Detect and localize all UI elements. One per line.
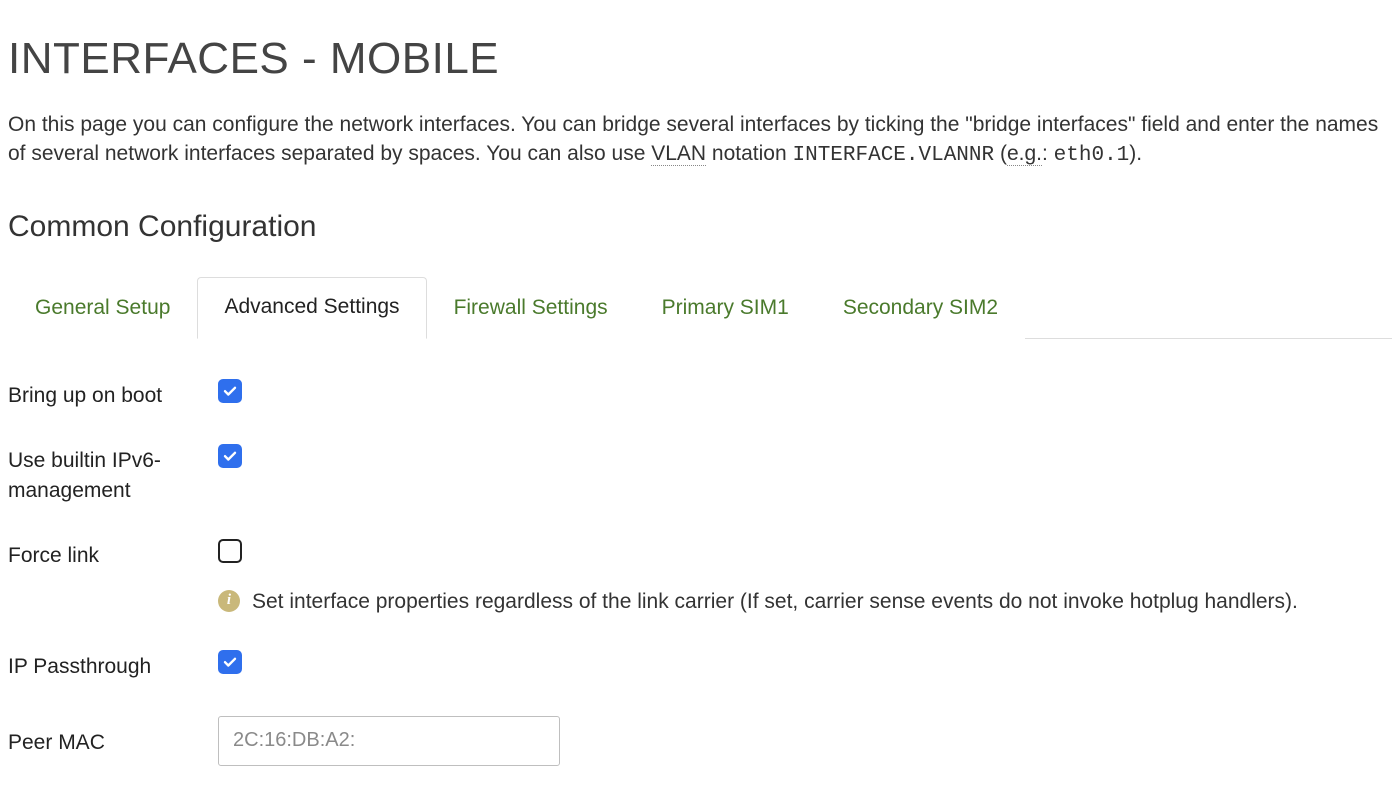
help-text: Set interface properties regardless of t… — [252, 587, 1298, 616]
tab-firewall-settings[interactable]: Firewall Settings — [427, 278, 635, 338]
force-link-checkbox[interactable] — [218, 539, 242, 563]
tab-label: Advanced Settings — [224, 295, 399, 318]
check-icon — [222, 448, 238, 464]
field-label: Peer MAC — [8, 716, 218, 757]
field-use-ipv6: Use builtin IPv6-management — [8, 444, 1392, 505]
page-title: INTERFACES - MOBILE — [8, 28, 1392, 90]
intro-part4: : — [1042, 142, 1054, 165]
field-ip-passthrough: IP Passthrough — [8, 650, 1392, 681]
check-icon — [222, 383, 238, 399]
tab-general-setup[interactable]: General Setup — [8, 278, 197, 338]
field-force-link: Force link i Set interface properties re… — [8, 539, 1392, 616]
info-icon: i — [218, 590, 240, 612]
check-icon — [222, 654, 238, 670]
tab-label: Primary SIM1 — [662, 296, 789, 319]
vlan-example: eth0.1 — [1054, 144, 1130, 167]
field-label: Bring up on boot — [8, 379, 218, 410]
tab-label: Firewall Settings — [454, 296, 608, 319]
field-bring-up-on-boot: Bring up on boot — [8, 379, 1392, 410]
tab-label: General Setup — [35, 296, 170, 319]
field-label: Force link — [8, 539, 218, 570]
vlan-abbr: VLAN — [651, 142, 706, 166]
intro-text: On this page you can configure the netwo… — [8, 110, 1392, 171]
section-title: Common Configuration — [8, 206, 1392, 248]
tab-advanced-settings[interactable]: Advanced Settings — [197, 277, 426, 338]
bring-up-on-boot-checkbox[interactable] — [218, 379, 242, 403]
intro-part5: ). — [1129, 142, 1142, 165]
tabs: General Setup Advanced Settings Firewall… — [8, 276, 1392, 338]
intro-part3: ( — [994, 142, 1007, 165]
intro-part2: notation — [706, 142, 792, 165]
tab-secondary-sim2[interactable]: Secondary SIM2 — [816, 278, 1025, 338]
field-label: Use builtin IPv6-management — [8, 444, 218, 505]
force-link-help: i Set interface properties regardless of… — [218, 587, 1392, 616]
field-peer-mac: Peer MAC — [8, 716, 1392, 766]
tab-label: Secondary SIM2 — [843, 296, 998, 319]
use-ipv6-checkbox[interactable] — [218, 444, 242, 468]
field-label: IP Passthrough — [8, 650, 218, 681]
vlan-notation: INTERFACE.VLANNR — [792, 144, 994, 167]
peer-mac-input[interactable] — [218, 716, 560, 766]
tab-primary-sim1[interactable]: Primary SIM1 — [635, 278, 816, 338]
ip-passthrough-checkbox[interactable] — [218, 650, 242, 674]
eg-abbr: e.g. — [1007, 142, 1042, 166]
